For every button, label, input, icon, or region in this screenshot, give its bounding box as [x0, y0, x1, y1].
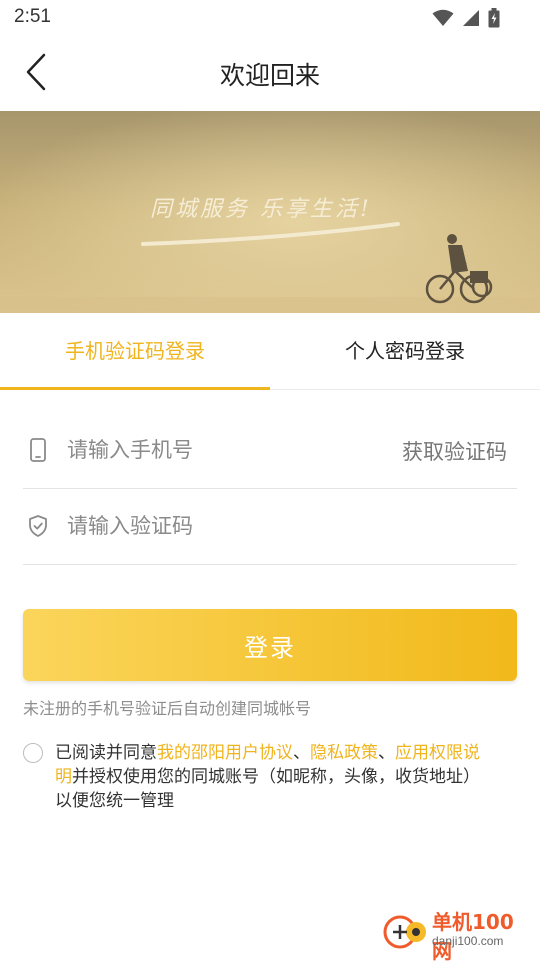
login-tabs: 手机验证码登录 个人密码登录: [0, 313, 540, 390]
agreement-prefix: 已阅读并同意: [55, 743, 157, 763]
tab-sms-login[interactable]: 手机验证码登录: [0, 313, 270, 389]
header: 欢迎回来: [0, 36, 540, 110]
page-title: 欢迎回来: [219, 61, 320, 90]
tab-active-indicator: [0, 387, 270, 390]
code-input[interactable]: [67, 506, 487, 546]
phone-icon: [30, 438, 46, 462]
agreement-checkbox[interactable]: [23, 743, 43, 763]
login-button[interactable]: 登录: [23, 609, 517, 681]
shield-check-icon: [29, 515, 47, 537]
phone-input[interactable]: [67, 430, 367, 470]
phone-field-row: 获取验证码: [23, 412, 517, 489]
status-bar: 2:51: [0, 0, 540, 36]
wifi-icon: [432, 9, 454, 26]
agreement-text: 已阅读并同意我的邵阳用户协议、隐私政策、应用权限说明并授权使用您的同城账号（如昵…: [55, 741, 495, 813]
banner-slogan: 同城服务 乐享生活!: [150, 197, 372, 222]
privacy-policy-link[interactable]: 隐私政策: [310, 743, 378, 763]
agreement-suffix: 并授权使用您的同城账号（如昵称，头像，收货地址）以便您统一管理: [55, 767, 480, 811]
watermark-logo-icon: [383, 915, 426, 949]
code-field-row: [23, 488, 517, 565]
watermark-url: danji100.com: [432, 934, 504, 948]
tab-password-login[interactable]: 个人密码登录: [270, 313, 540, 389]
signal-icon: [463, 10, 479, 26]
agreement-separator-1: 、: [293, 743, 310, 763]
battery-icon: [488, 8, 500, 28]
user-agreement-link[interactable]: 我的邵阳用户协议: [157, 743, 293, 763]
status-icons: [432, 8, 500, 28]
register-hint: 未注册的手机号验证后自动创建同城帐号: [23, 699, 312, 718]
site-watermark: 单机100网 danji100.com: [382, 904, 532, 963]
agreement-separator-2: 、: [378, 743, 395, 763]
banner-image: 同城服务 乐享生活!: [0, 111, 540, 313]
status-time: 2:51: [14, 6, 51, 27]
get-code-button[interactable]: 获取验证码: [402, 436, 507, 466]
